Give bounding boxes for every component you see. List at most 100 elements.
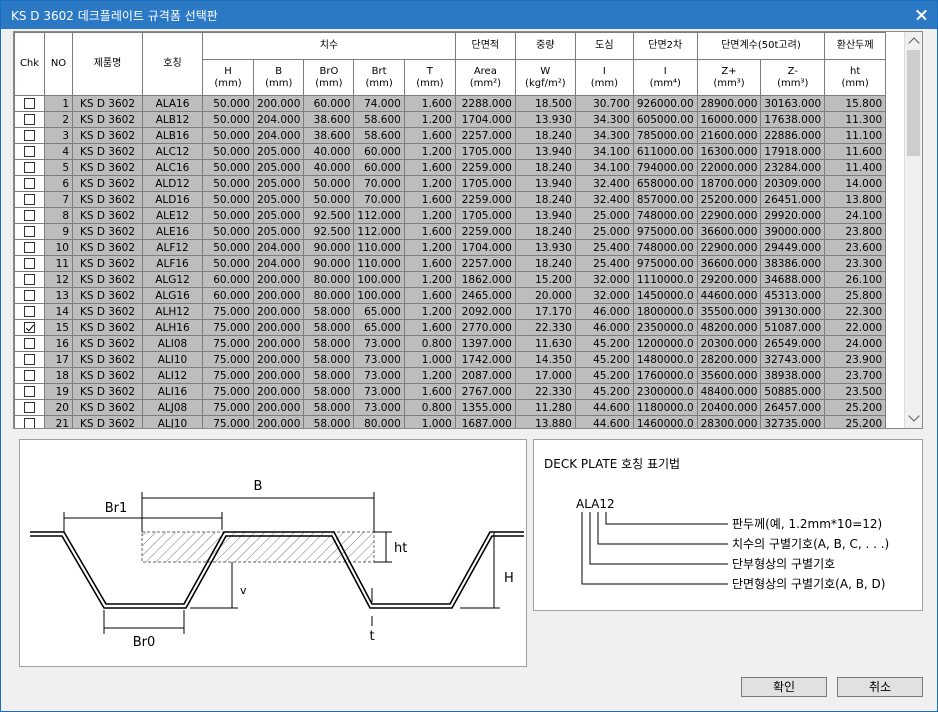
table-cell: 50.000 [202,95,254,112]
table-cell: 11.600 [824,143,887,160]
row-checkbox[interactable] [24,242,35,253]
header-h[interactable]: H (mm) [202,59,254,96]
table-cell: 975000.00 [632,255,698,272]
cancel-button[interactable]: 취소 [837,677,923,697]
close-icon[interactable] [911,4,933,26]
header-area[interactable]: Area (mm²) [454,59,516,96]
header-product-name[interactable]: 제품명 [72,32,143,96]
table-cell: 48400.000 [696,383,762,400]
table-row[interactable]: 6 KS D 3602 ALD12 50.000 205.000 50.000 70.000… [14,175,887,192]
row-checkbox[interactable] [24,290,35,301]
header-label: BrO [319,65,339,77]
row-checkbox[interactable] [24,338,35,349]
table-cell: ALC12 [142,143,203,160]
row-checkbox[interactable] [24,162,35,173]
header-z-minus[interactable]: Z- (mm³) [760,59,826,96]
table-cell: 2 [44,111,73,128]
header-label: ht [850,65,861,77]
label-v: v [240,584,247,597]
table-row[interactable]: 19 KS D 3602 ALI16 75.000 200.000 58.000 73.00… [14,383,887,400]
row-checkbox-cell [14,111,45,128]
row-checkbox[interactable] [24,210,35,221]
table-cell: 2465.000 [454,287,516,304]
table-cell: 21 [44,415,73,428]
row-checkbox[interactable] [24,418,35,428]
table-row[interactable]: 12 KS D 3602 ALG12 60.000 200.000 80.000 100.0… [14,271,887,288]
table-cell: 17.000 [514,367,576,384]
table-cell: KS D 3602 [72,111,143,128]
row-checkbox[interactable] [24,114,35,125]
header-centroid[interactable]: I (mm) [574,59,634,96]
ok-button[interactable]: 확인 [741,677,827,697]
table-row[interactable]: 20 KS D 3602 ALJ08 75.000 200.000 58.000 73.00… [14,399,887,416]
table-cell: 2259.000 [454,159,516,176]
header-designation[interactable]: 호칭 [142,32,203,96]
row-checkbox[interactable] [24,354,35,365]
row-checkbox[interactable] [24,226,35,237]
row-checkbox[interactable] [24,98,35,109]
table-cell: KS D 3602 [72,207,143,224]
table-cell: 17918.000 [760,143,826,160]
row-checkbox[interactable] [24,370,35,381]
table-row[interactable]: 9 KS D 3602 ALE16 50.000 205.000 92.500 112.00… [14,223,887,240]
table-row[interactable]: 11 KS D 3602 ALF16 50.000 204.000 90.000 110.0… [14,255,887,272]
table-row[interactable]: 18 KS D 3602 ALI12 75.000 200.000 58.000 73.00… [14,367,887,384]
table-cell: 10 [44,239,73,256]
table-cell: KS D 3602 [72,223,143,240]
header-label: Area [473,65,497,77]
chevron-up-icon[interactable] [908,37,920,49]
table-cell: 205.000 [252,223,305,240]
header-brt[interactable]: Brt (mm) [353,59,405,96]
header-w[interactable]: W (kgf/m²) [514,59,576,96]
row-checkbox[interactable] [24,274,35,285]
table-row[interactable]: 8 KS D 3602 ALE12 50.000 205.000 92.500 112.00… [14,207,887,224]
header-z-plus[interactable]: Z+ (mm³) [696,59,762,96]
table-cell: 50.000 [202,223,254,240]
table-cell: 25.200 [824,399,887,416]
scrollbar-thumb[interactable] [907,50,920,156]
table-row[interactable]: 14 KS D 3602 ALH12 75.000 200.000 58.000 65.00… [14,303,887,320]
header-b[interactable]: B (mm) [252,59,305,96]
row-checkbox[interactable] [24,130,35,141]
chevron-down-icon[interactable] [908,410,920,422]
row-checkbox[interactable] [24,386,35,397]
header-ht[interactable]: ht (mm) [824,59,887,96]
table-row[interactable]: 2 KS D 3602 ALB12 50.000 204.000 38.600 58.600… [14,111,887,128]
table-row[interactable]: 4 KS D 3602 ALC12 50.000 205.000 40.000 60.000… [14,143,887,160]
header-no[interactable]: NO [44,32,73,96]
table-cell: 50.000 [202,239,254,256]
table-row[interactable]: 17 KS D 3602 ALI10 75.000 200.000 58.000 73.00… [14,351,887,368]
table-cell: 60.000 [202,271,254,288]
row-checkbox[interactable] [24,258,35,269]
table-cell: 23.800 [824,223,887,240]
table-cell: 45.200 [574,335,634,352]
table-cell: 204.000 [252,111,305,128]
table-row[interactable]: 13 KS D 3602 ALG16 60.000 200.000 80.000 100.0… [14,287,887,304]
header-br0[interactable]: BrO (mm) [303,59,355,96]
vertical-scrollbar[interactable] [904,32,922,428]
table-row[interactable]: 7 KS D 3602 ALD16 50.000 205.000 50.000 70.000… [14,191,887,208]
table-row[interactable]: 3 KS D 3602 ALB16 50.000 204.000 38.600 58.600… [14,127,887,144]
table-row[interactable]: 16 KS D 3602 ALI08 75.000 200.000 58.000 73.00… [14,335,887,352]
row-checkbox[interactable] [24,178,35,189]
table-row[interactable]: 15 KS D 3602 ALH16 75.000 200.000 58.000 65.00… [14,319,887,336]
table-row[interactable]: 5 KS D 3602 ALC16 50.000 205.000 40.000 60.000… [14,159,887,176]
table-cell: 26457.000 [760,399,826,416]
table-cell: 857000.00 [632,191,698,208]
row-checkbox[interactable] [24,322,35,333]
header-chk[interactable]: Chk [14,32,45,96]
table-row[interactable]: 10 KS D 3602 ALF12 50.000 204.000 90.000 110.0… [14,239,887,256]
table-cell: 20 [44,399,73,416]
table-row[interactable]: 1 KS D 3602 ALA16 50.000 200.000 60.000 74.000… [14,95,887,112]
table-cell: 2257.000 [454,255,516,272]
header-moment[interactable]: I (mm⁴) [632,59,698,96]
table-cell: ALJ08 [142,399,203,416]
header-t[interactable]: T (mm) [403,59,456,96]
row-checkbox[interactable] [24,402,35,413]
table-cell: 75.000 [202,351,254,368]
table-row[interactable]: 21 KS D 3602 ALJ10 75.000 200.000 58.000 80.00… [14,415,887,428]
row-checkbox[interactable] [24,194,35,205]
row-checkbox[interactable] [24,306,35,317]
row-checkbox[interactable] [24,146,35,157]
table-cell: 18.240 [514,191,576,208]
